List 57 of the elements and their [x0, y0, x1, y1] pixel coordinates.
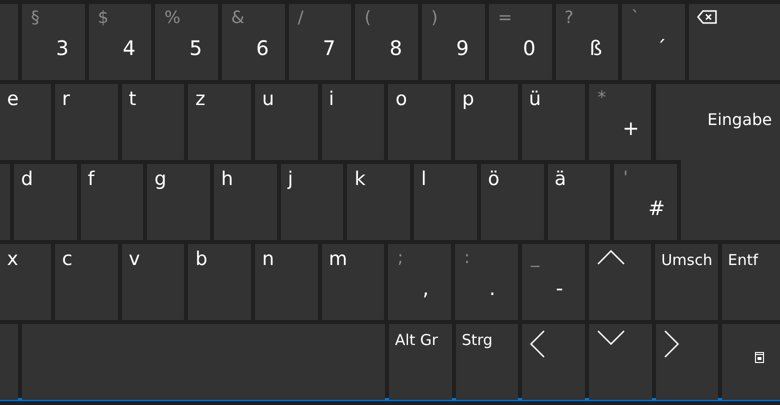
key[interactable]: ( 8	[355, 4, 418, 80]
key[interactable]: ) 9	[422, 4, 485, 80]
key[interactable]: = 0	[488, 4, 552, 80]
key[interactable]: ? ß	[556, 4, 618, 80]
key[interactable]: $ 4	[88, 4, 152, 80]
key[interactable]: Strg	[456, 324, 518, 400]
key[interactable]: x	[0, 244, 51, 320]
key[interactable]: p	[455, 84, 518, 160]
left-arrow-key[interactable]	[522, 324, 586, 400]
key[interactable]: v	[122, 244, 184, 320]
key[interactable]: ü	[522, 84, 584, 160]
key[interactable]: f	[80, 164, 144, 240]
key[interactable]: h	[214, 164, 277, 240]
key[interactable]	[22, 324, 385, 400]
key[interactable]: l	[414, 164, 477, 240]
up-arrow-key[interactable]	[588, 244, 652, 320]
backspace-key[interactable]	[688, 4, 780, 80]
key[interactable]: & 6	[222, 4, 285, 80]
chevron-left-icon	[530, 330, 546, 358]
key[interactable]: g	[147, 164, 210, 240]
window-icon	[755, 352, 764, 363]
key[interactable]: % 5	[155, 4, 218, 80]
key[interactable]: Entf	[722, 244, 780, 320]
key[interactable]: § 3	[22, 4, 85, 80]
key[interactable]	[0, 324, 18, 400]
key[interactable]: : .	[455, 244, 518, 320]
chevron-up-icon	[596, 250, 624, 265]
key[interactable]: m	[322, 244, 384, 320]
chevron-down-icon	[597, 330, 626, 345]
key[interactable]: j	[280, 164, 344, 240]
key[interactable]: n	[255, 244, 318, 320]
key[interactable]: r	[55, 84, 118, 160]
key[interactable]: ä	[548, 164, 610, 240]
chevron-right-icon	[664, 330, 679, 358]
key[interactable]: e	[0, 84, 51, 160]
key[interactable]: Umsch	[655, 244, 718, 320]
key[interactable]: / 7	[288, 4, 352, 80]
down-arrow-key[interactable]	[589, 324, 652, 400]
key[interactable]: ` ´	[622, 4, 685, 80]
key[interactable]: c	[55, 244, 118, 320]
backspace-icon	[696, 10, 717, 24]
key[interactable]: Alt Gr	[389, 324, 452, 400]
right-arrow-key[interactable]	[656, 324, 718, 400]
key[interactable]: ; ,	[388, 244, 452, 320]
key[interactable]: u	[255, 84, 318, 160]
key[interactable]: b	[188, 244, 252, 320]
key[interactable]: o	[388, 84, 452, 160]
key[interactable]: _ -	[522, 244, 584, 320]
keyboard-settings-key[interactable]	[722, 324, 780, 400]
key[interactable]: i	[322, 84, 384, 160]
key[interactable]: z	[188, 84, 252, 160]
key[interactable]: * +	[588, 84, 652, 160]
key[interactable]: d	[14, 164, 77, 240]
key[interactable]: ' #	[614, 164, 677, 240]
key[interactable]: t	[122, 84, 184, 160]
key[interactable]: k	[347, 164, 410, 240]
key[interactable]: ö	[480, 164, 544, 240]
